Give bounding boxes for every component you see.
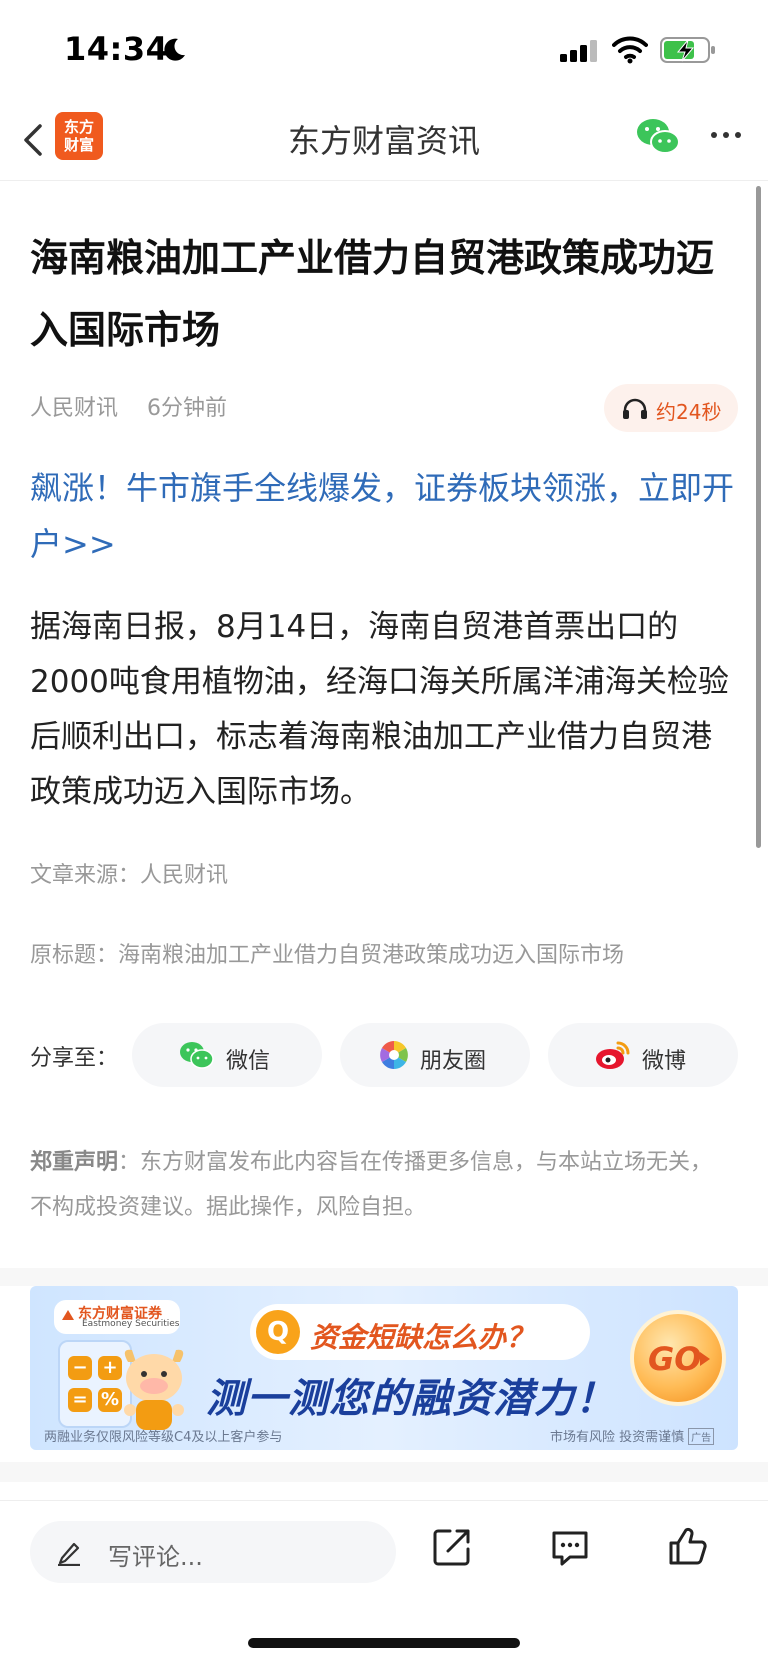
article-source[interactable]: 人民财讯 [30, 396, 118, 421]
promo-link[interactable]: 飙涨！牛市旗手全线爆发，证券板块领涨，立即开户>> [30, 460, 742, 572]
banner-go-button[interactable]: GO [630, 1310, 726, 1406]
share-wechat-label: 微信 [226, 1049, 271, 1074]
moon-icon [164, 38, 185, 61]
banner-go-label: GO [648, 1340, 702, 1378]
article-body: 据海南日报，8月14日，海南自贸港首票出口的2000吨食用植物油，经海口海关所属… [30, 609, 729, 810]
listen-duration: 约24秒 [656, 400, 722, 424]
cellular-signal-icon [560, 40, 597, 62]
disclaimer: 郑重声明：东方财富发布此内容旨在传播更多信息，与本站立场无关，不构成投资建议。据… [30, 1140, 730, 1230]
original-title: 原标题：海南粮油加工产业借力自贸港政策成功迈入国际市场 [30, 943, 625, 968]
share-moments-label: 朋友圈 [420, 1049, 487, 1074]
ad-tag: 广告 [688, 1428, 715, 1445]
article-source-line: 文章来源：人民财讯 [30, 863, 229, 888]
home-indicator[interactable] [248, 1638, 520, 1648]
article-meta: 人民财讯 6分钟前 [30, 390, 249, 422]
banner-brand-logo: 东方财富证券 Eastmoney Securities [54, 1300, 180, 1334]
brand-mark-icon [62, 1310, 74, 1320]
banner-brand-en: Eastmoney Securities [82, 1319, 180, 1329]
share-wechat-button[interactable]: 微信 [132, 1023, 322, 1087]
banner-question: 资金短缺怎么办？ [310, 1321, 535, 1354]
share-label: 分享至： [30, 1046, 119, 1071]
section-divider-2 [0, 1462, 768, 1482]
moments-icon [380, 1041, 408, 1069]
bottom-action-bar: 写评论... [0, 1500, 768, 1611]
pencil-icon [58, 1542, 80, 1566]
banner-q-badge: Q [256, 1310, 300, 1354]
mascot-illustration [124, 1349, 184, 1430]
wechat-icon [180, 1042, 214, 1069]
comment-input[interactable]: 写评论... [30, 1521, 396, 1583]
headphones-icon [623, 398, 647, 419]
status-time: 14:34 [64, 30, 169, 68]
disclaimer-text: ：东方财富发布此内容旨在传播更多信息，与本站立场无关，不构成投资建议。据此操作，… [30, 1150, 713, 1220]
article-title: 海南粮油加工产业借力自贸港政策成功迈入国际市场 [30, 236, 715, 352]
section-divider [0, 1268, 768, 1286]
banner-footnote-right: 市场有风险 投资需谨慎 广告 [550, 1426, 715, 1445]
like-thumbs-up-icon[interactable] [666, 1525, 710, 1569]
banner-risk-warning: 市场有风险 投资需谨慎 [550, 1430, 685, 1445]
wifi-icon [612, 36, 648, 64]
banner-footnote-left: 两融业务仅限风险等级C4及以上客户参与 [44, 1430, 283, 1445]
calc-key-minus: − [68, 1356, 92, 1380]
play-arrow-icon [700, 1352, 710, 1366]
share-moments-button[interactable]: 朋友圈 [340, 1023, 530, 1087]
nav-bar: 东方 财富 东方财富资讯 [0, 100, 768, 181]
weibo-icon [596, 1041, 630, 1069]
wechat-share-icon[interactable] [634, 114, 682, 158]
share-weibo-button[interactable]: 微博 [548, 1023, 738, 1087]
ad-banner[interactable]: 东方财富证券 Eastmoney Securities − + = % Q 资金… [30, 1286, 738, 1450]
banner-question-pill: Q 资金短缺怎么办？ [250, 1304, 590, 1360]
listen-button[interactable]: 约24秒 [604, 384, 738, 432]
disclaimer-heading: 郑重声明 [30, 1150, 119, 1175]
more-options-icon[interactable] [706, 120, 746, 150]
comments-icon[interactable] [548, 1525, 592, 1569]
status-bar: 14:34 [0, 0, 768, 100]
share-weibo-label: 微博 [642, 1049, 687, 1074]
battery-charging-icon [660, 37, 715, 63]
scrollbar[interactable] [756, 186, 761, 848]
share-out-icon[interactable] [430, 1525, 474, 1569]
calc-key-equals: = [68, 1388, 92, 1412]
banner-headline: 测一测您的融资潜力！ [206, 1376, 616, 1422]
article-time: 6分钟前 [147, 396, 228, 421]
comment-placeholder: 写评论... [108, 1543, 203, 1571]
